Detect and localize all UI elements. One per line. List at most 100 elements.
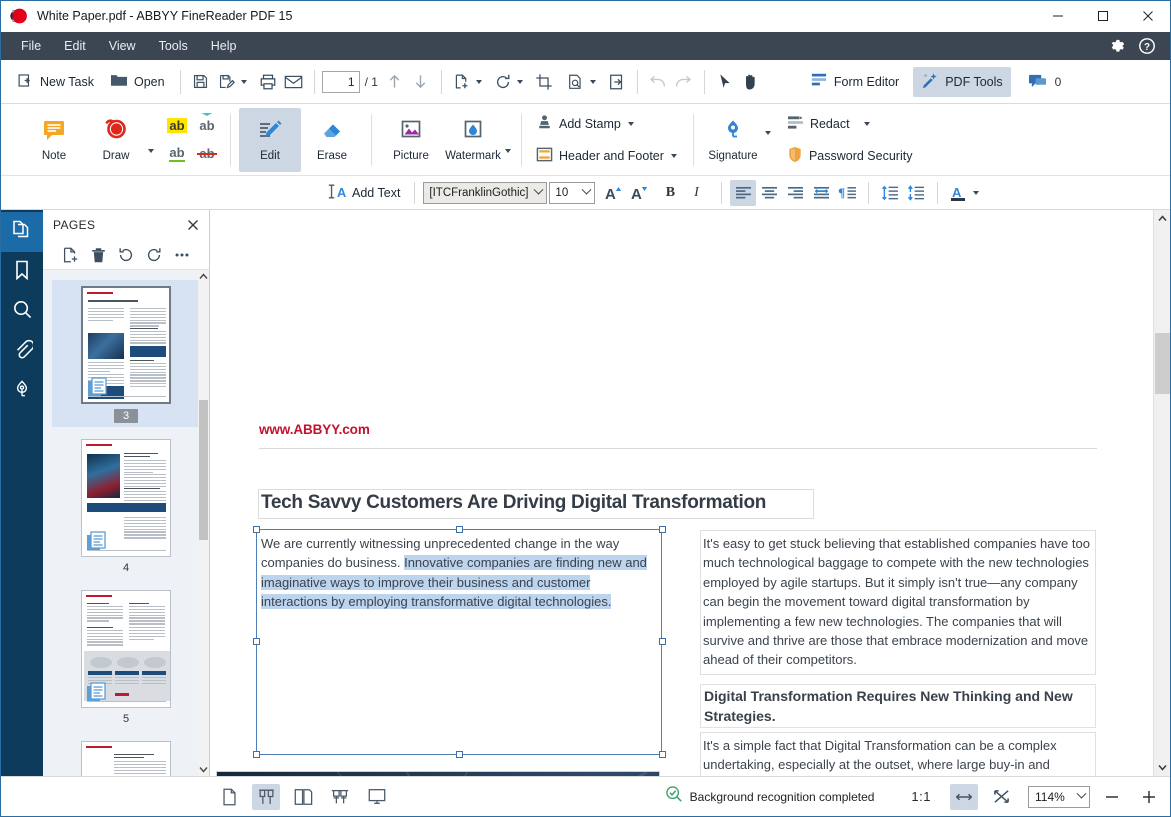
minimize-button[interactable] [1035, 1, 1080, 32]
maximize-button[interactable] [1080, 1, 1125, 32]
align-left-icon[interactable] [730, 180, 756, 206]
rail-attachments[interactable] [1, 332, 43, 372]
rotate-dropdown-caret[interactable] [517, 80, 523, 84]
zoom-out-button[interactable] [1097, 784, 1127, 810]
fit-width-arrows-icon[interactable] [950, 784, 978, 810]
ribbon-signature[interactable]: Signature [702, 108, 764, 172]
single-page-icon[interactable] [215, 784, 243, 810]
next-page-icon[interactable] [408, 68, 434, 96]
ribbon-picture[interactable]: Picture [380, 108, 442, 172]
fit-page-icon[interactable] [987, 784, 1015, 810]
font-family-select[interactable]: [ITCFranklinGothic] [423, 182, 547, 204]
rotate-left-icon[interactable] [114, 243, 138, 267]
form-editor-button[interactable]: Form Editor [802, 67, 907, 97]
trash-icon[interactable] [86, 243, 110, 267]
print-icon[interactable] [255, 68, 281, 96]
zoom-in-button[interactable] [1134, 784, 1164, 810]
header-footer-caret[interactable] [671, 154, 677, 158]
align-center-icon[interactable] [756, 180, 782, 206]
resize-handle-e[interactable] [659, 638, 666, 645]
pages-panel-scrollbar[interactable] [198, 270, 209, 776]
resize-handle-nw[interactable] [253, 526, 260, 533]
previous-page-icon[interactable] [382, 68, 408, 96]
resize-handle-s[interactable] [456, 751, 463, 758]
comment-icon[interactable] [1025, 68, 1051, 96]
ribbon-draw[interactable]: Draw [85, 108, 147, 172]
menu-edit[interactable]: Edit [54, 35, 96, 57]
rail-search[interactable] [1, 292, 43, 332]
resize-handle-ne[interactable] [659, 526, 666, 533]
pdf-page[interactable]: www.ABBYY.com Tech Savvy Customers Are D… [210, 210, 1148, 776]
recognize-area-icon[interactable] [563, 68, 589, 96]
list-item[interactable]: 5 [52, 584, 200, 729]
resize-handle-se[interactable] [659, 751, 666, 758]
document-scroll-area[interactable]: www.ABBYY.com Tech Savvy Customers Are D… [210, 210, 1170, 776]
fit-width-icon[interactable] [252, 784, 280, 810]
pdf-tools-button[interactable]: PDF Tools [913, 67, 1010, 97]
scroll-down-arrow-icon[interactable] [1154, 759, 1170, 776]
redo-icon[interactable] [671, 68, 697, 96]
recognize-dropdown-caret[interactable] [590, 80, 596, 84]
settings-gear-icon[interactable] [1102, 33, 1132, 59]
document-viewer[interactable]: www.ABBYY.com Tech Savvy Customers Are D… [210, 210, 1170, 776]
resize-handle-n[interactable] [456, 526, 463, 533]
close-button[interactable] [1125, 1, 1170, 32]
help-question-icon[interactable]: ? [1132, 33, 1162, 59]
resize-handle-sw[interactable] [253, 751, 260, 758]
scroll-up-arrow-icon[interactable] [1154, 210, 1170, 227]
rail-signatures[interactable] [1, 372, 43, 412]
scroll-down-arrow-icon[interactable] [198, 763, 209, 776]
ribbon-note[interactable]: Note [23, 108, 85, 172]
pages-thumbnail-scroll[interactable]: 3 [43, 270, 209, 776]
increase-font-size-button[interactable]: A [601, 180, 627, 206]
undo-icon[interactable] [645, 68, 671, 96]
line-spacing-icon[interactable] [877, 180, 903, 206]
decrease-font-size-button[interactable]: A [627, 180, 653, 206]
scrollbar-thumb[interactable] [199, 400, 208, 540]
italic-button[interactable]: I [683, 180, 709, 206]
add-stamp-button[interactable]: Add Stamp [530, 111, 685, 137]
password-security-button[interactable]: Password Security [781, 143, 919, 169]
rail-bookmarks[interactable] [1, 252, 43, 292]
menu-tools[interactable]: Tools [149, 35, 198, 57]
menu-help[interactable]: Help [201, 35, 247, 57]
paragraph-mark-icon[interactable]: ¶ [834, 180, 860, 206]
add-page-icon[interactable] [58, 243, 82, 267]
right-column-block-2[interactable]: It's a simple fact that Digital Transfor… [700, 732, 1096, 776]
open-button[interactable]: Open [102, 67, 173, 97]
page-thumbnail[interactable] [81, 286, 171, 404]
two-page-scroll-icon[interactable] [326, 784, 354, 810]
font-size-select[interactable]: 10 [549, 182, 595, 204]
rotate-icon[interactable] [490, 68, 516, 96]
paragraph-spacing-icon[interactable] [903, 180, 929, 206]
add-stamp-caret[interactable] [628, 122, 634, 126]
ribbon-watermark[interactable]: Watermark [442, 108, 504, 172]
page-title[interactable]: Tech Savvy Customers Are Driving Digital… [258, 489, 814, 519]
align-right-icon[interactable] [782, 180, 808, 206]
redact-button[interactable]: Redact [781, 111, 919, 137]
font-family-chevron-down-icon[interactable] [530, 183, 546, 203]
email-icon[interactable] [281, 68, 307, 96]
document-scrollbar[interactable] [1153, 210, 1170, 776]
strikeout-top-button[interactable]: ab [192, 112, 222, 140]
align-justify-icon[interactable] [808, 180, 834, 206]
header-footer-button[interactable]: Header and Footer [530, 143, 685, 169]
redact-caret[interactable] [864, 122, 870, 126]
strikethrough-text-button[interactable]: ab [192, 140, 222, 168]
two-page-icon[interactable] [289, 784, 317, 810]
scrollbar-thumb[interactable] [1155, 333, 1170, 394]
save-as-icon[interactable] [214, 68, 240, 96]
export-icon[interactable] [604, 68, 630, 96]
resize-handle-w[interactable] [253, 638, 260, 645]
cursor-arrow-icon[interactable] [712, 68, 738, 96]
page-thumbnail[interactable] [81, 439, 171, 557]
zoom-chevron-down-icon[interactable] [1073, 793, 1089, 800]
actual-size-button[interactable]: 1:1 [905, 787, 937, 806]
font-color-caret[interactable] [973, 191, 979, 195]
page-thumbnail[interactable] [81, 590, 171, 708]
underline-text-button[interactable]: ab [162, 140, 192, 168]
page-thumbnail[interactable] [81, 741, 171, 776]
draw-dropdown-caret[interactable] [148, 149, 154, 153]
save-icon[interactable] [188, 68, 214, 96]
highlight-text-button[interactable]: ab [162, 112, 192, 140]
